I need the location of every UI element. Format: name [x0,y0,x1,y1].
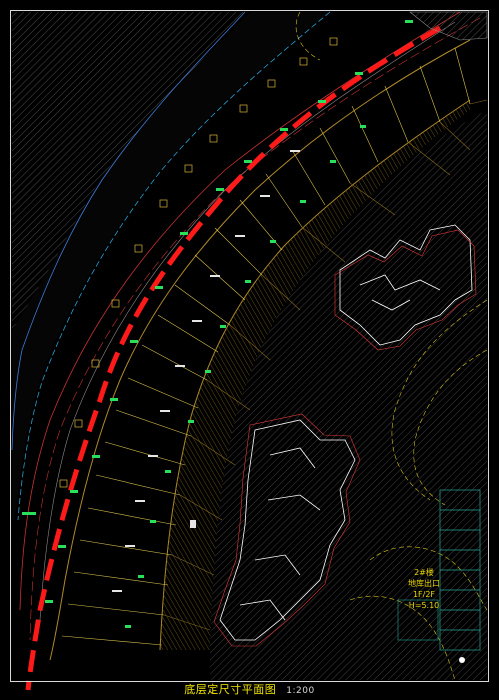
green-marker [22,512,36,515]
zone-label-3: 1F/2F [412,590,436,599]
drawing-scale: 1:200 [286,686,315,696]
zone-label-group: 2#楼 地库出口 1F/2F H=5.10 [394,567,454,611]
site-marker [459,657,465,663]
drawing-title: 底层定尺寸平面图 1:200 [0,681,499,697]
zone-label-4: H=5.10 [408,601,440,610]
zone-label-1: 2#楼 [414,568,434,577]
zone-label-2: 地库出口 [408,579,440,588]
drawing-title-text: 底层定尺寸平面图 [184,683,277,696]
